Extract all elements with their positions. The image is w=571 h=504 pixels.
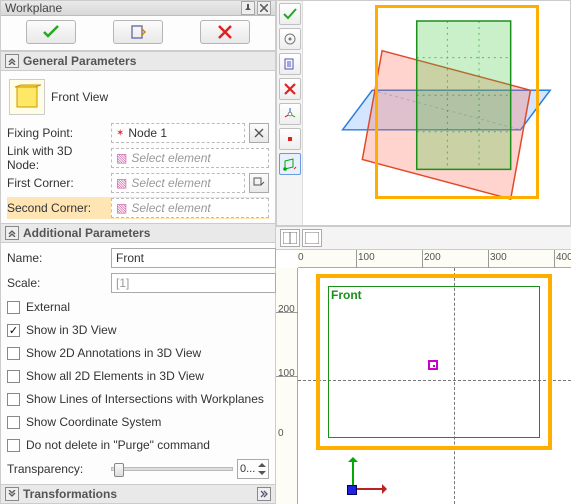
section-additional-label: Additional Parameters bbox=[23, 226, 150, 240]
section-transforms-label: Transformations bbox=[23, 487, 117, 501]
second-corner-field[interactable]: ▧ Select element bbox=[111, 198, 269, 218]
intersections-label: Show Lines of Intersections with Workpla… bbox=[26, 392, 264, 406]
tab-split-icon[interactable] bbox=[280, 229, 300, 247]
transparency-value[interactable]: 0... bbox=[237, 459, 269, 479]
view-type-label: Front View bbox=[51, 90, 108, 104]
first-corner-label: First Corner: bbox=[7, 176, 107, 190]
pick-icon: ▧ bbox=[116, 176, 127, 190]
tool-ok-icon[interactable] bbox=[279, 3, 301, 25]
show-2d-annot-label: Show 2D Annotations in 3D View bbox=[26, 346, 201, 360]
section-general-header[interactable]: General Parameters bbox=[1, 51, 275, 71]
show-2d-annot-checkbox[interactable] bbox=[7, 347, 20, 360]
link-3d-node-label: Link with 3D Node: bbox=[7, 144, 107, 172]
expand-transforms-icon[interactable] bbox=[257, 487, 271, 501]
no-purge-label: Do not delete in "Purge" command bbox=[26, 438, 210, 452]
close-icon[interactable] bbox=[257, 1, 271, 15]
fixing-point-field[interactable]: ✶ Node 1 bbox=[111, 123, 245, 143]
tool-axis-icon[interactable] bbox=[279, 103, 301, 125]
viewport-3d-toolbar bbox=[277, 1, 303, 225]
ruler-horizontal: 0 100 200 300 400 bbox=[298, 250, 571, 268]
name-input[interactable] bbox=[111, 248, 276, 268]
no-purge-checkbox[interactable] bbox=[7, 439, 20, 452]
cancel-button[interactable] bbox=[200, 20, 250, 44]
section-transformations-header[interactable]: Transformations bbox=[1, 484, 275, 504]
show-all-2d-label: Show all 2D Elements in 3D View bbox=[26, 369, 204, 383]
section-additional-header[interactable]: Additional Parameters bbox=[1, 223, 275, 243]
viewport-3d[interactable] bbox=[276, 0, 571, 226]
external-checkbox[interactable] bbox=[7, 301, 20, 314]
pin-icon[interactable] bbox=[241, 1, 255, 15]
axis-y-icon bbox=[352, 458, 354, 488]
tool-point-icon[interactable] bbox=[279, 128, 301, 150]
coord-sys-checkbox[interactable] bbox=[7, 416, 20, 429]
chevron-up-icon bbox=[5, 54, 19, 68]
titlebar: Workplane bbox=[1, 1, 275, 16]
second-corner-label: Second Corner: bbox=[7, 201, 107, 215]
first-corner-field[interactable]: ▧ Select element bbox=[111, 173, 245, 193]
external-label: External bbox=[26, 300, 70, 314]
view-type-icon[interactable] bbox=[9, 79, 45, 115]
axis-x-icon bbox=[352, 488, 386, 490]
tool-plane-icon[interactable] bbox=[279, 153, 301, 175]
show-3d-label: Show in 3D View bbox=[26, 323, 117, 337]
ok-button[interactable] bbox=[26, 20, 76, 44]
section-general-label: General Parameters bbox=[23, 54, 136, 68]
name-label: Name: bbox=[7, 251, 107, 265]
ruler-vertical: 0 100 200 bbox=[276, 268, 298, 504]
origin-marker-icon bbox=[347, 485, 357, 495]
action-row bbox=[1, 16, 275, 51]
preview-button[interactable] bbox=[113, 20, 163, 44]
tool-settings-icon[interactable] bbox=[279, 28, 301, 50]
show-3d-checkbox[interactable]: ✓ bbox=[7, 324, 20, 337]
pick-point-marker[interactable] bbox=[428, 360, 438, 370]
clear-fixing-point-button[interactable] bbox=[249, 123, 269, 143]
pick-icon: ▧ bbox=[116, 201, 127, 215]
tab-single-icon[interactable] bbox=[302, 229, 322, 247]
view-tabbar bbox=[276, 226, 571, 250]
chevron-down-icon bbox=[5, 487, 19, 501]
fixing-point-label: Fixing Point: bbox=[7, 126, 107, 140]
tool-preview-icon[interactable] bbox=[279, 53, 301, 75]
coord-sys-label: Show Coordinate System bbox=[26, 415, 161, 429]
scale-label: Scale: bbox=[7, 276, 107, 290]
chevron-up-icon bbox=[5, 226, 19, 240]
workplane-label: Front bbox=[331, 288, 362, 302]
transparency-slider[interactable] bbox=[111, 467, 233, 471]
link-3d-node-field[interactable]: ▧ Select element bbox=[111, 148, 269, 168]
node-icon: ✶ bbox=[116, 128, 124, 139]
intersections-checkbox[interactable] bbox=[7, 393, 20, 406]
pick-icon: ▧ bbox=[116, 151, 127, 165]
tool-cancel-icon[interactable] bbox=[279, 78, 301, 100]
scale-input[interactable] bbox=[111, 273, 276, 293]
show-all-2d-checkbox[interactable] bbox=[7, 370, 20, 383]
viewport-2d[interactable]: 0 100 200 300 400 0 100 200 Front bbox=[276, 250, 571, 504]
workplane-panel: Workplane bbox=[0, 0, 276, 504]
first-corner-pick-button[interactable] bbox=[249, 173, 269, 193]
transparency-label: Transparency: bbox=[7, 462, 107, 476]
panel-title: Workplane bbox=[5, 1, 62, 15]
canvas-2d[interactable]: Front bbox=[298, 268, 571, 504]
